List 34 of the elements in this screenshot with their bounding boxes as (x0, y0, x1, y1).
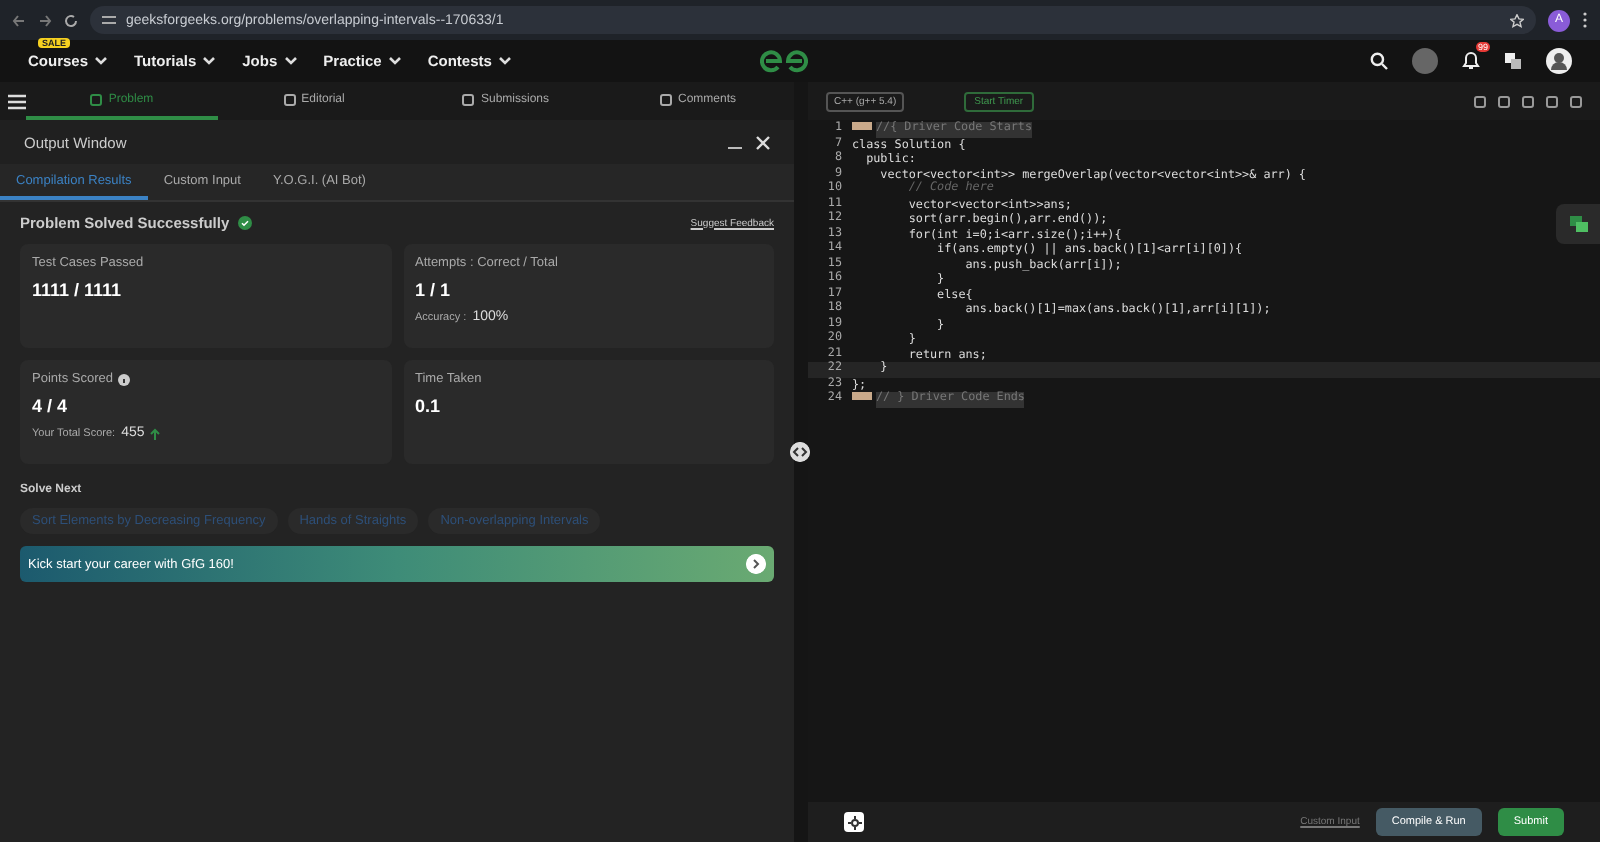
settings-icon (847, 815, 861, 829)
tab-icon (283, 93, 296, 105)
chat-icon (1569, 216, 1587, 232)
site-settings-icon[interactable] (102, 14, 116, 26)
chat-button[interactable] (1556, 204, 1600, 244)
caret-icon (387, 56, 402, 66)
bell-icon[interactable] (1462, 49, 1480, 69)
hamburger-icon[interactable] (8, 93, 26, 109)
tab-icon (462, 93, 475, 105)
reload-icon[interactable] (64, 13, 78, 27)
menu-icon[interactable] (1582, 12, 1588, 28)
user-avatar[interactable] (1546, 48, 1572, 74)
caret-icon (94, 56, 109, 66)
card-value: 1111 / 1111 (32, 280, 124, 300)
star-icon[interactable] (1510, 13, 1524, 27)
caret-icon (497, 56, 512, 66)
back-icon[interactable] (12, 13, 26, 27)
logo-icon[interactable] (760, 48, 808, 74)
check-icon (237, 216, 252, 230)
info-icon[interactable] (118, 373, 131, 385)
square-icon[interactable] (1522, 95, 1534, 107)
caret-icon (283, 56, 298, 66)
tab-icon (659, 93, 672, 105)
theme-toggle[interactable] (1412, 48, 1438, 74)
forward-icon[interactable] (38, 13, 52, 27)
close-icon[interactable] (756, 135, 770, 149)
card-value: 1 / 1 (415, 280, 453, 300)
card-value: 4 / 4 (32, 396, 70, 416)
chevron-icon (746, 554, 766, 574)
settings-button[interactable] (844, 812, 864, 832)
caret-icon (202, 56, 217, 66)
tab-icon (90, 93, 103, 105)
card-value: 0.1 (415, 396, 443, 416)
search-icon[interactable] (1370, 52, 1388, 70)
